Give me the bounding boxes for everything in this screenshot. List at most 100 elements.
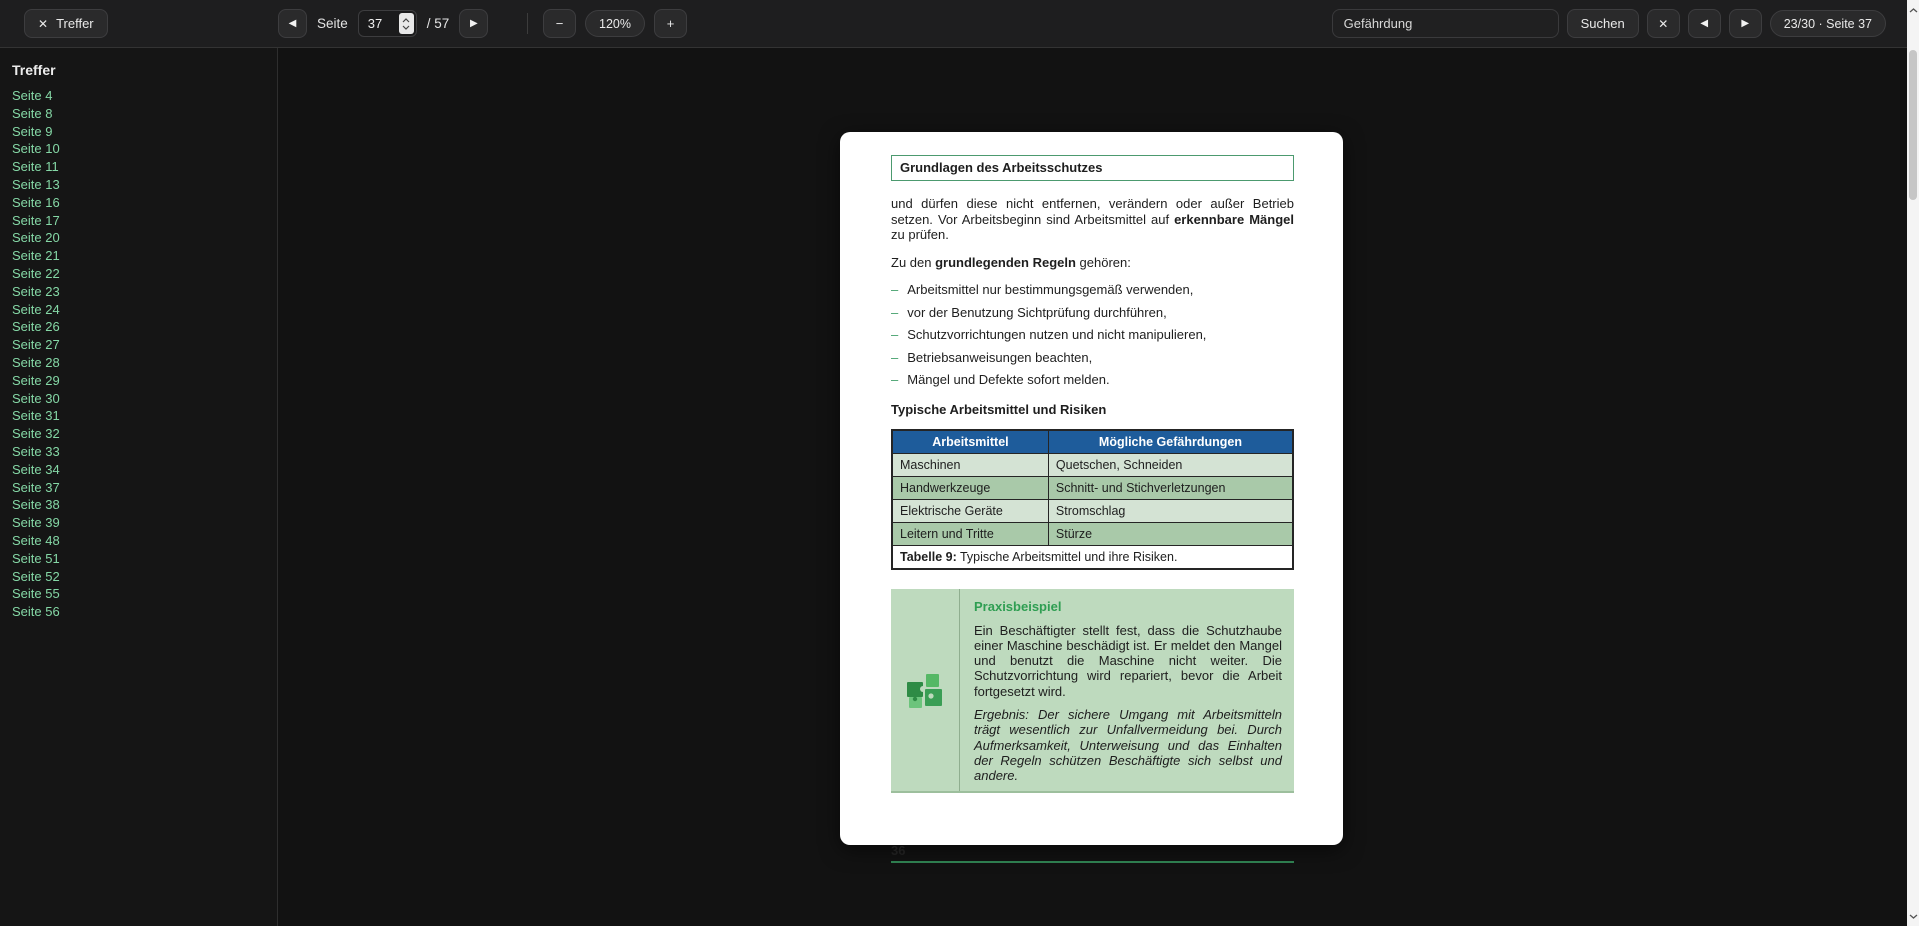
table-row: Handwerkzeuge Schnitt- und Stichverletzu… [891, 476, 1294, 500]
bullet-text: Mängel und Defekte sofort melden. [907, 372, 1110, 387]
result-page-link[interactable]: Seite 52 [12, 568, 277, 586]
bullet-item: – vor der Benutzung Sichtprüfung durchfü… [891, 305, 1294, 321]
scroll-up-arrow[interactable] [1907, 3, 1919, 17]
page-navigation: ◀ Seite / 57 ▶ [278, 0, 489, 47]
result-page-link[interactable]: Seite 55 [12, 585, 277, 603]
result-page-link[interactable]: Seite 34 [12, 461, 277, 479]
result-page-link[interactable]: Seite 37 [12, 479, 277, 497]
zoom-controls: − 120% + [543, 0, 687, 47]
chevron-up-icon [402, 17, 410, 22]
document-header-box: Grundlagen des Arbeitsschutzes [891, 155, 1294, 181]
table-row: Maschinen Quetschen, Schneiden [891, 453, 1294, 477]
previous-match-icon: ◀ [1700, 17, 1709, 29]
practice-example-box: Praxisbeispiel Ein Beschäftigter stellt … [891, 589, 1294, 794]
match-counter-badge: 23/30 · Seite 37 [1769, 10, 1886, 37]
result-page-link[interactable]: Seite 31 [12, 407, 277, 425]
minus-icon: − [555, 16, 564, 31]
next-match-button[interactable]: ▶ [1728, 9, 1762, 38]
scrollbar-thumb[interactable] [1909, 50, 1917, 200]
example-paragraph-1: Ein Beschäftigter stellt fest, dass die … [974, 622, 1282, 699]
next-page-button[interactable]: ▶ [459, 9, 489, 38]
result-page-link[interactable]: Seite 26 [12, 318, 277, 336]
result-page-link[interactable]: Seite 56 [12, 603, 277, 621]
example-body: Praxisbeispiel Ein Beschäftigter stellt … [960, 589, 1294, 791]
result-page-link[interactable]: Seite 51 [12, 550, 277, 568]
number-spinner[interactable] [398, 13, 414, 34]
table-cell-arbeitsmittel: Maschinen [891, 453, 1049, 477]
search-results-sidebar: Treffer Seite 4 Seite 8 Seite 9 Seite 10… [0, 48, 278, 926]
document-header-title: Grundlagen des Arbeitsschutzes [900, 160, 1103, 175]
zoom-out-button[interactable]: − [543, 9, 576, 38]
footer-rule [891, 860, 1294, 863]
result-page-link[interactable]: Seite 17 [12, 212, 277, 230]
result-page-link[interactable]: Seite 27 [12, 336, 277, 354]
clear-search-button[interactable]: ✕ [1646, 9, 1680, 38]
pdf-page: Grundlagen des Arbeitsschutzes und dürfe… [840, 132, 1343, 863]
plus-icon: + [666, 16, 675, 31]
document-canvas[interactable]: Grundlagen des Arbeitsschutzes und dürfe… [279, 48, 1907, 926]
table-cell-arbeitsmittel: Elektrische Geräte [891, 499, 1049, 523]
bullet-text: Schutzvorrichtungen nutzen und nicht man… [907, 327, 1207, 342]
result-page-link[interactable]: Seite 13 [12, 176, 277, 194]
bullet-item: – Betriebsanweisungen beachten, [891, 350, 1294, 366]
result-page-link[interactable]: Seite 29 [12, 372, 277, 390]
close-icon: ✕ [38, 16, 49, 31]
result-page-link[interactable]: Seite 4 [12, 87, 277, 105]
bullet-item: – Schutzvorrichtungen nutzen und nicht m… [891, 327, 1294, 343]
dash-icon: – [891, 282, 899, 297]
result-page-link[interactable]: Seite 30 [12, 390, 277, 408]
close-icon: ✕ [1658, 16, 1669, 31]
previous-page-button[interactable]: ◀ [278, 9, 307, 38]
rules-bullet-list: – Arbeitsmittel nur bestimmungsgemäß ver… [891, 282, 1294, 388]
previous-page-icon: ◀ [288, 17, 297, 29]
chevron-down-icon [1909, 914, 1917, 919]
result-page-link[interactable]: Seite 48 [12, 532, 277, 550]
toggle-results-button[interactable]: ✕ Treffer [24, 9, 108, 38]
example-icon-column [891, 589, 960, 792]
bullet-item: – Mängel und Defekte sofort melden. [891, 372, 1294, 388]
table-cell-gefaehrdung: Stromschlag [1047, 499, 1294, 523]
result-page-link[interactable]: Seite 10 [12, 140, 277, 158]
result-page-link[interactable]: Seite 28 [12, 354, 277, 372]
dash-icon: – [891, 327, 899, 342]
scroll-down-arrow[interactable] [1907, 909, 1919, 923]
result-page-link[interactable]: Seite 39 [12, 514, 277, 532]
result-page-link[interactable]: Seite 23 [12, 283, 277, 301]
paragraph-1: und dürfen diese nicht entfernen, veränd… [891, 196, 1294, 242]
table-cell-arbeitsmittel: Handwerkzeuge [891, 476, 1049, 500]
chevron-down-icon [402, 25, 410, 30]
result-page-link[interactable]: Seite 21 [12, 247, 277, 265]
vertical-scrollbar[interactable] [1907, 0, 1919, 926]
table-cell-gefaehrdung: Stürze [1047, 522, 1294, 546]
toolbar: ✕ Treffer ◀ Seite / 57 ▶ [0, 0, 1919, 48]
result-page-link[interactable]: Seite 8 [12, 105, 277, 123]
dash-icon: – [891, 372, 899, 387]
result-page-link[interactable]: Seite 16 [12, 194, 277, 212]
next-match-icon: ▶ [1741, 17, 1750, 29]
result-page-link[interactable]: Seite 22 [12, 265, 277, 283]
toggle-results-label: Treffer [56, 16, 94, 31]
risk-table: Arbeitsmittel Mögliche Gefährdungen Masc… [891, 429, 1294, 570]
result-page-link[interactable]: Seite 38 [12, 496, 277, 514]
result-page-link[interactable]: Seite 33 [12, 443, 277, 461]
table-caption-row: Tabelle 9: Typische Arbeitsmittel und ih… [891, 545, 1294, 570]
result-page-link[interactable]: Seite 32 [12, 425, 277, 443]
page-footer: 36 [891, 843, 1294, 863]
search-submit-button[interactable]: Suchen [1566, 9, 1639, 38]
result-page-link[interactable]: Seite 20 [12, 229, 277, 247]
result-page-link[interactable]: Seite 9 [12, 123, 277, 141]
zoom-in-button[interactable]: + [653, 9, 687, 38]
page-number-input-wrap [357, 10, 417, 37]
next-page-icon: ▶ [469, 17, 478, 29]
results-list: Seite 4 Seite 8 Seite 9 Seite 10 Seite 1… [12, 87, 277, 621]
result-page-link[interactable]: Seite 11 [12, 158, 277, 176]
toolbar-divider [527, 13, 528, 34]
previous-match-button[interactable]: ◀ [1687, 9, 1721, 38]
results-title: Treffer [12, 62, 56, 78]
table-header-cell: Arbeitsmittel [891, 429, 1049, 454]
search-input[interactable] [1331, 9, 1559, 38]
result-page-link[interactable]: Seite 24 [12, 301, 277, 319]
table-cell-gefaehrdung: Quetschen, Schneiden [1047, 453, 1294, 477]
table-cell-gefaehrdung: Schnitt- und Stichverletzungen [1047, 476, 1294, 500]
example-paragraph-2: Ergebnis: Der sichere Umgang mit Arbeits… [974, 706, 1282, 784]
